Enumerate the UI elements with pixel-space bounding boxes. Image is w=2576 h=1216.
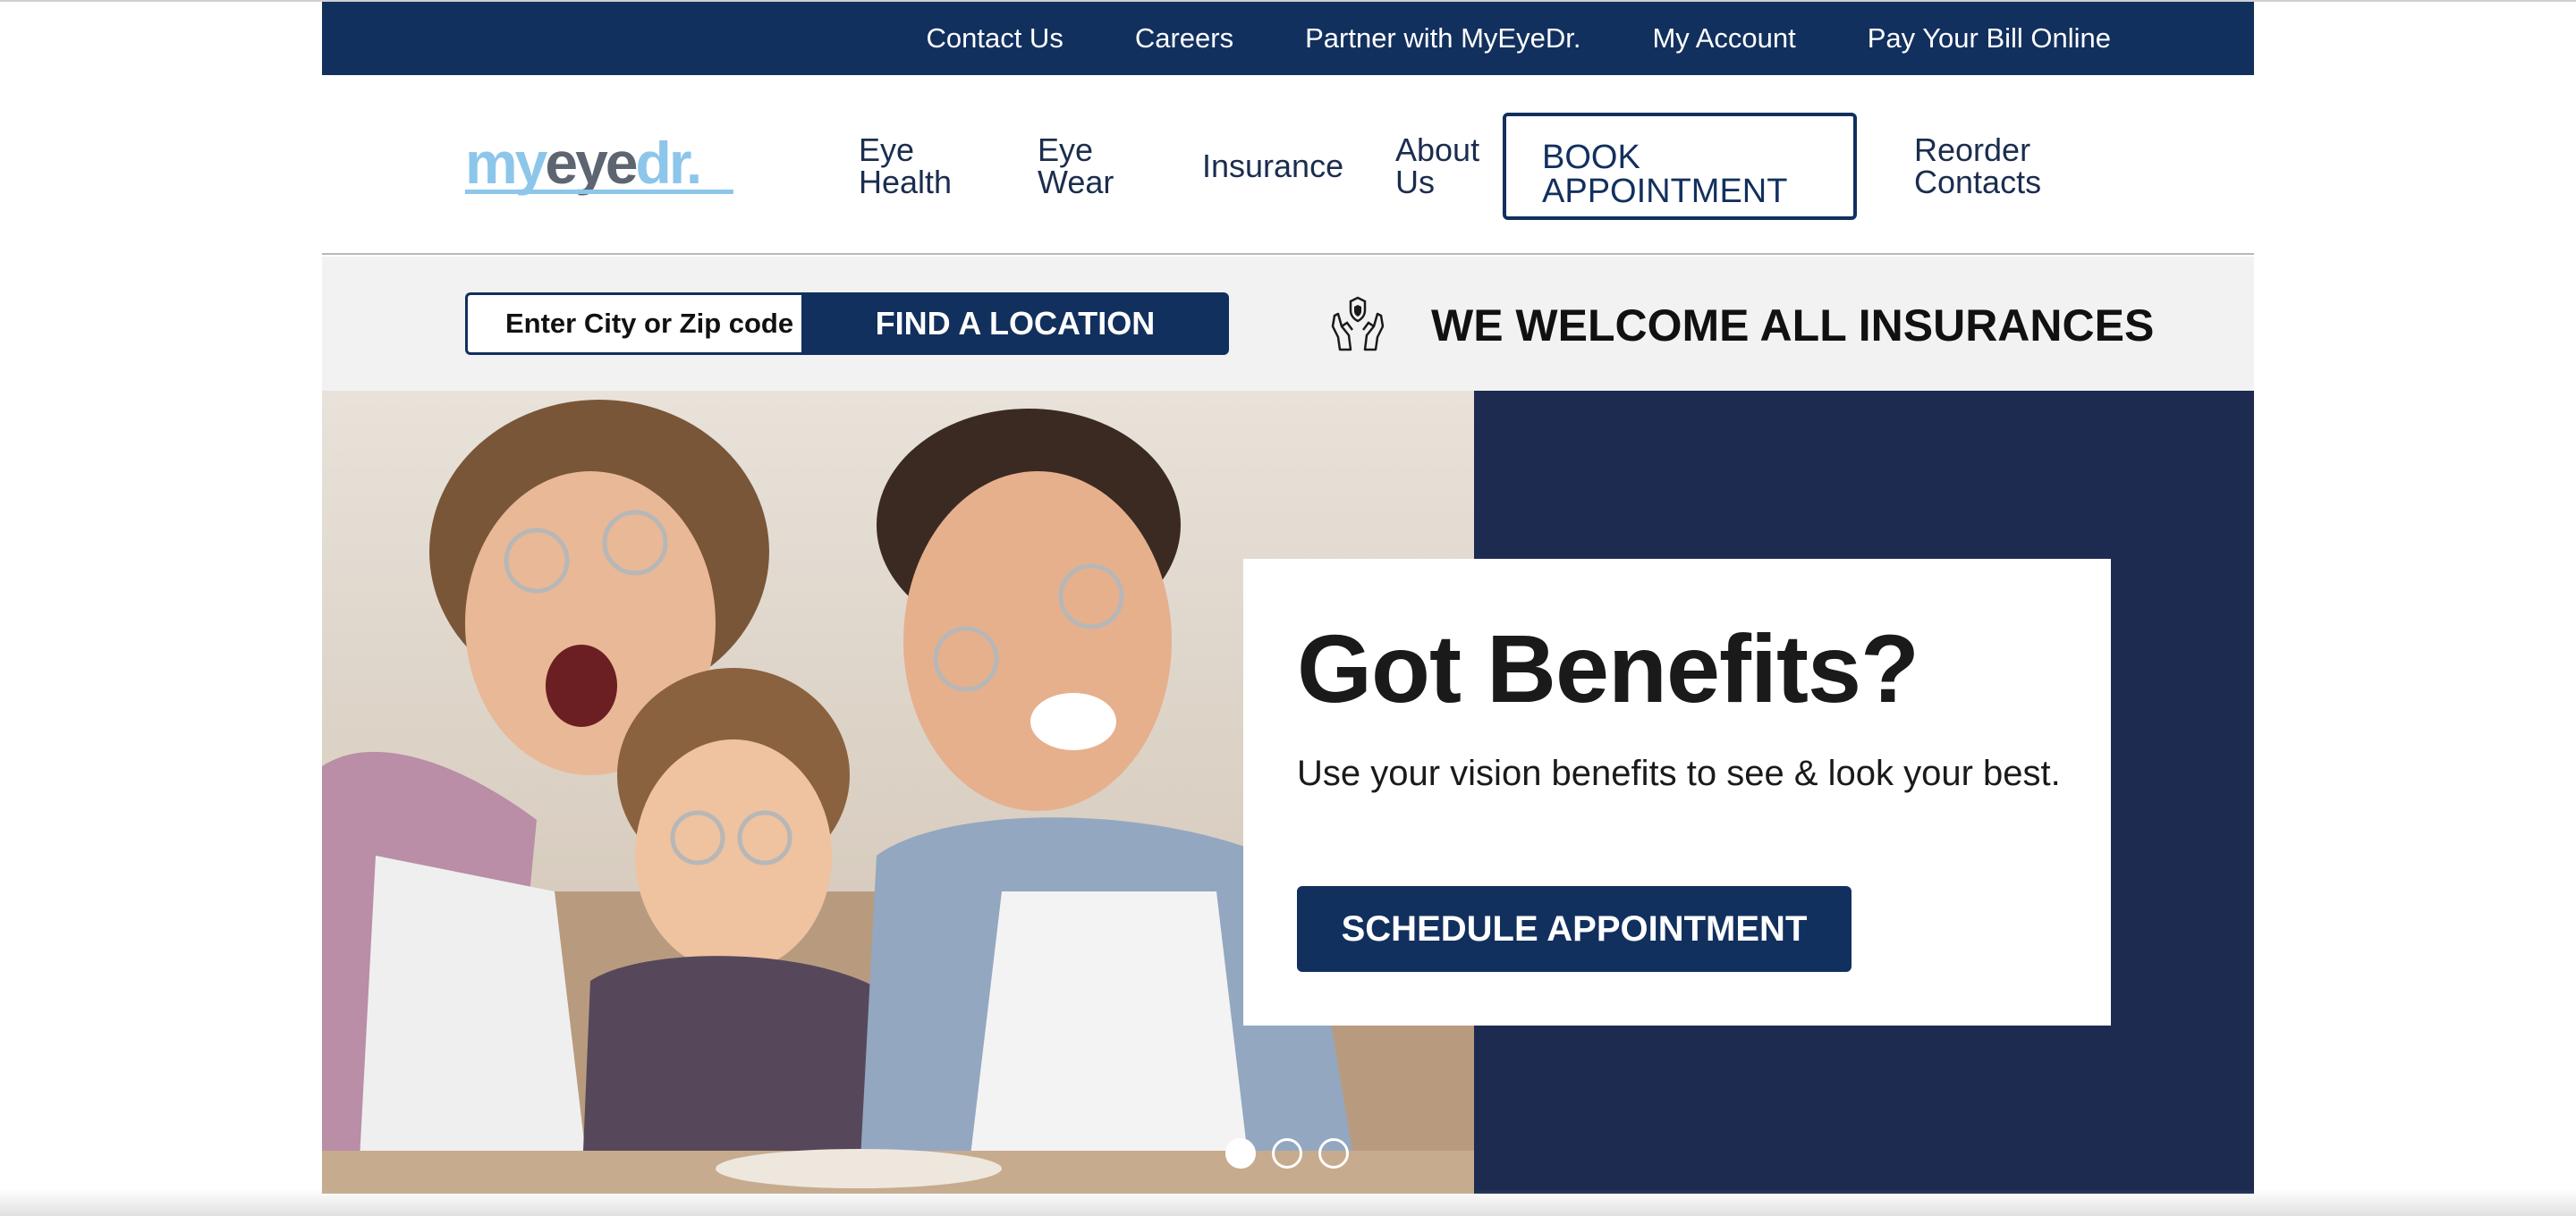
nav-reorder-contacts[interactable]: Reorder Contacts bbox=[1914, 134, 2041, 198]
careers-link[interactable]: Careers bbox=[1135, 22, 1233, 55]
partner-link[interactable]: Partner with MyEyeDr. bbox=[1305, 22, 1580, 55]
myeyedr-logo[interactable]: myeyedr. bbox=[465, 130, 733, 202]
my-account-link[interactable]: My Account bbox=[1652, 22, 1795, 55]
carousel-dots bbox=[1225, 1138, 1368, 1170]
contact-us-link[interactable]: Contact Us bbox=[926, 22, 1063, 55]
insurance-message: WE WELCOME ALL INSURANCES bbox=[1431, 300, 2155, 350]
nav-about-us[interactable]: About Us bbox=[1395, 134, 1479, 198]
nav-eye-health[interactable]: Eye Health bbox=[859, 134, 952, 198]
nav-insurance[interactable]: Insurance bbox=[1202, 150, 1343, 182]
schedule-appointment-button[interactable]: SCHEDULE APPOINTMENT bbox=[1297, 886, 1852, 972]
promo-card: Got Benefits? Use your vision benefits t… bbox=[1243, 559, 2111, 1026]
find-location-button[interactable]: FIND A LOCATION bbox=[801, 292, 1229, 355]
utility-bar: Contact Us Careers Partner with MyEyeDr.… bbox=[322, 2, 2254, 75]
logo-wordmark: myeyedr. bbox=[465, 130, 702, 196]
promo-subtitle: Use your vision benefits to see & look y… bbox=[1297, 754, 2061, 793]
promo-title: Got Benefits? bbox=[1297, 614, 1919, 722]
hero-banner: Got Benefits? Use your vision benefits t… bbox=[322, 391, 2254, 1194]
hands-shield-icon bbox=[1331, 296, 1385, 351]
book-appointment-button[interactable]: BOOK APPOINTMENT bbox=[1503, 113, 1857, 220]
carousel-dot-2[interactable] bbox=[1272, 1138, 1302, 1169]
city-zip-input[interactable] bbox=[465, 292, 801, 355]
page: Contact Us Careers Partner with MyEyeDr.… bbox=[322, 2, 2254, 1194]
nav-eye-wear[interactable]: Eye Wear bbox=[1038, 134, 1114, 198]
main-header: myeyedr. Eye Health Eye Wear Insurance A… bbox=[322, 75, 2254, 255]
location-search-strip: FIND A LOCATION WE WELCOME ALL INSURANCE… bbox=[322, 257, 2254, 391]
pay-bill-link[interactable]: Pay Your Bill Online bbox=[1868, 22, 2111, 55]
window-bottom-shadow bbox=[0, 1189, 2576, 1216]
carousel-dot-1[interactable] bbox=[1225, 1138, 1256, 1169]
carousel-dot-3[interactable] bbox=[1318, 1138, 1349, 1169]
logo-underline bbox=[465, 190, 733, 194]
